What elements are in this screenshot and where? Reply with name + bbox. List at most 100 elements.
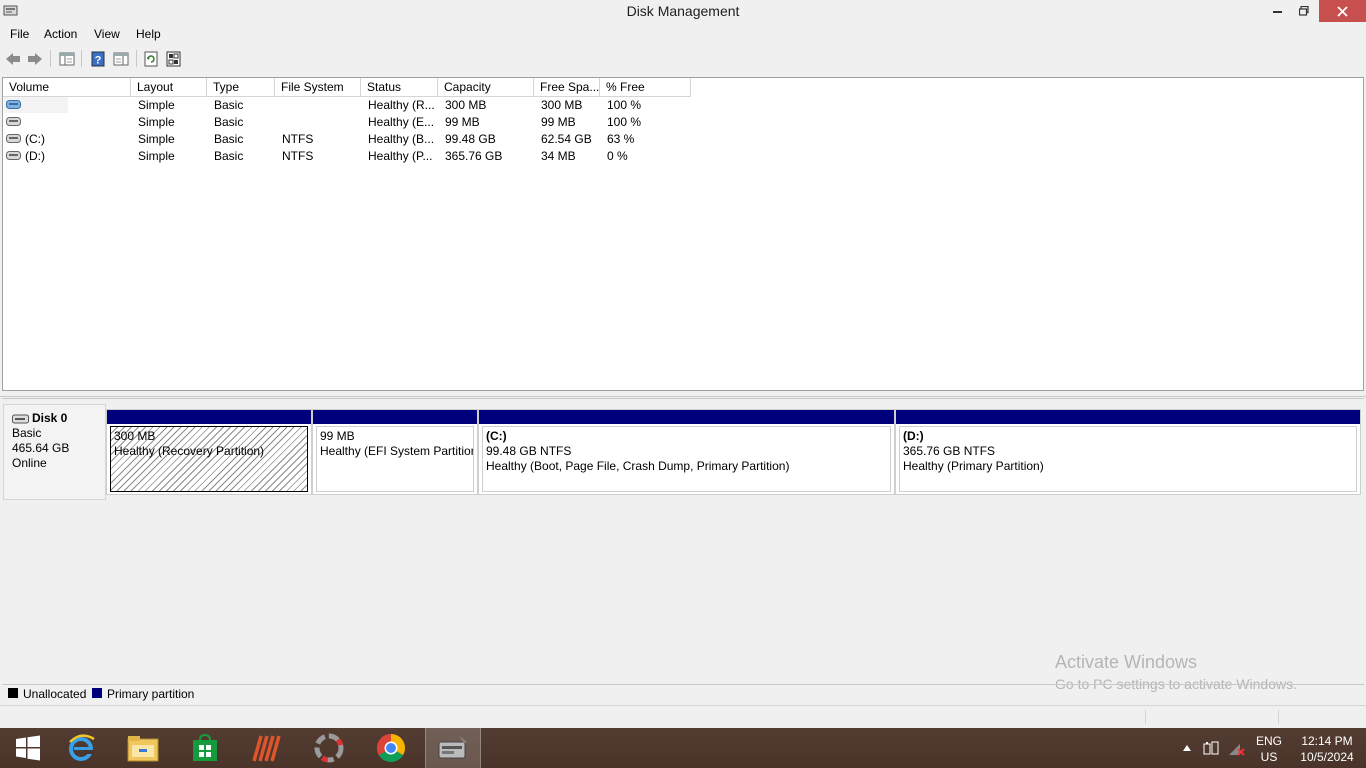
- table-row[interactable]: (D:) Simple Basic NTFS Healthy (P... 365…: [3, 148, 1363, 165]
- start-button[interactable]: [0, 728, 56, 768]
- internet-explorer-icon: [69, 734, 95, 761]
- cell-free-space: 34 MB: [541, 149, 576, 163]
- taskbar-chrome[interactable]: [363, 728, 419, 768]
- primary-partition-bar: [313, 410, 477, 424]
- show-hide-action-pane-button[interactable]: [111, 49, 131, 68]
- cell-type: Basic: [214, 149, 244, 163]
- battery-icon[interactable]: [1203, 741, 1219, 755]
- help-button[interactable]: ?: [88, 49, 108, 68]
- disk-state: Online: [12, 456, 47, 470]
- minimize-icon: [1273, 11, 1282, 13]
- disk-name: Disk 0: [32, 411, 68, 425]
- taskbar-file-explorer[interactable]: [115, 728, 171, 768]
- show-hide-console-tree-button[interactable]: [57, 49, 77, 68]
- column-header-percent-free[interactable]: % Free: [600, 78, 691, 97]
- menu-view[interactable]: View: [94, 27, 120, 41]
- menu-action[interactable]: Action: [44, 27, 77, 41]
- restore-icon: [1299, 6, 1309, 16]
- volume-list: Volume Layout Type File System Status Ca…: [2, 77, 1364, 391]
- minimize-button[interactable]: [1265, 0, 1291, 22]
- taskbar-store[interactable]: [177, 728, 233, 768]
- disk-management-icon: [438, 736, 467, 759]
- back-button[interactable]: [3, 49, 23, 68]
- restore-button[interactable]: [1291, 0, 1317, 22]
- partition-body: (C:) 99.48 GB NTFS Healthy (Boot, Page F…: [482, 426, 891, 492]
- clock-time[interactable]: 12:14 PM: [1292, 734, 1362, 748]
- partition-recovery[interactable]: 300 MB Healthy (Recovery Partition): [106, 409, 312, 495]
- taskbar-app-2[interactable]: [301, 728, 357, 768]
- column-header-capacity[interactable]: Capacity: [438, 78, 534, 97]
- cell-capacity: 365.76 GB: [445, 149, 503, 163]
- app-icon: [252, 735, 281, 762]
- network-icon[interactable]: [1228, 741, 1246, 756]
- cell-free-space: 99 MB: [541, 115, 576, 129]
- column-header-status[interactable]: Status: [361, 78, 438, 97]
- close-button[interactable]: [1319, 0, 1366, 22]
- legend-unallocated: Unallocated: [23, 687, 87, 701]
- taskbar-internet-explorer[interactable]: [53, 728, 109, 768]
- region-indicator[interactable]: US: [1255, 750, 1283, 764]
- clock-date[interactable]: 10/5/2024: [1292, 750, 1362, 764]
- cell-status: Healthy (R...: [368, 98, 435, 112]
- column-header-type[interactable]: Type: [207, 78, 275, 97]
- language-indicator[interactable]: ENG: [1255, 734, 1283, 748]
- activate-windows-title: Activate Windows: [1055, 652, 1198, 672]
- table-row[interactable]: Simple Basic Healthy (E... 99 MB 99 MB 1…: [3, 114, 1363, 131]
- disk-type: Basic: [12, 426, 42, 440]
- primary-partition-bar: [896, 410, 1360, 424]
- cell-status: Healthy (B...: [368, 132, 435, 146]
- partition-d[interactable]: (D:) 365.76 GB NTFS Healthy (Primary Par…: [895, 409, 1361, 495]
- cell-file-system: NTFS: [282, 149, 314, 163]
- menu-file[interactable]: File: [10, 27, 29, 41]
- cell-percent-free: 100 %: [607, 98, 642, 112]
- unallocated-swatch: [8, 688, 18, 698]
- column-header-file-system[interactable]: File System: [275, 78, 361, 97]
- column-header-volume[interactable]: Volume: [3, 78, 131, 97]
- table-row[interactable]: Simple Basic Healthy (R... 300 MB 300 MB…: [3, 97, 1363, 114]
- primary-partition-bar: [479, 410, 894, 424]
- cell-percent-free: 63 %: [607, 132, 635, 146]
- toolbar-separator: [81, 50, 82, 67]
- refresh-button[interactable]: [141, 49, 161, 68]
- forward-icon: [28, 52, 42, 65]
- column-header-free-space[interactable]: Free Spa...: [534, 78, 600, 97]
- cell-status: Healthy (P...: [368, 149, 433, 163]
- cell-percent-free: 0 %: [607, 149, 628, 163]
- pane-splitter[interactable]: [0, 392, 1366, 397]
- partition-size: 365.76 GB NTFS: [903, 444, 996, 458]
- cell-layout: Simple: [138, 98, 175, 112]
- menu-help[interactable]: Help: [136, 27, 161, 41]
- table-row[interactable]: (C:) Simple Basic NTFS Healthy (B... 99.…: [3, 131, 1363, 148]
- cell-file-system: NTFS: [282, 132, 314, 146]
- rescan-disks-button[interactable]: [164, 49, 184, 68]
- partition-status: Healthy (Recovery Partition): [114, 444, 265, 458]
- partition-body: 300 MB Healthy (Recovery Partition): [110, 426, 308, 492]
- svg-text:?: ?: [95, 54, 102, 66]
- disk-icon: [12, 414, 29, 423]
- disk-0-label[interactable]: Disk 0 Basic 465.64 GB Online: [3, 404, 106, 500]
- primary-partition-swatch: [92, 688, 102, 698]
- primary-partition-bar: [107, 410, 311, 424]
- partition-size: 99 MB: [320, 429, 355, 443]
- partition-c[interactable]: (C:) 99.48 GB NTFS Healthy (Boot, Page F…: [478, 409, 895, 495]
- console-tree-icon: [59, 52, 75, 65]
- cell-type: Basic: [214, 115, 244, 129]
- partition-status: Healthy (Primary Partition): [903, 459, 1044, 473]
- taskbar: ENG US 12:14 PM 10/5/2024: [0, 728, 1366, 768]
- status-divider: [1278, 710, 1279, 724]
- cell-layout: Simple: [138, 149, 175, 163]
- forward-button[interactable]: [25, 49, 45, 68]
- taskbar-disk-management[interactable]: [425, 728, 481, 768]
- taskbar-app[interactable]: [239, 728, 295, 768]
- volume-icon: [6, 117, 21, 126]
- partition-label: (C:): [486, 429, 507, 443]
- show-hidden-icons-icon[interactable]: [1183, 745, 1191, 751]
- window-title: Disk Management: [626, 3, 740, 19]
- partition-size: 300 MB: [114, 429, 156, 443]
- cell-layout: Simple: [138, 132, 175, 146]
- cell-volume: (D:): [25, 149, 45, 163]
- partition-efi[interactable]: 99 MB Healthy (EFI System Partitior: [312, 409, 478, 495]
- column-header-layout[interactable]: Layout: [131, 78, 207, 97]
- partition-body: 99 MB Healthy (EFI System Partitior: [316, 426, 474, 492]
- partition-label: (D:): [903, 429, 924, 443]
